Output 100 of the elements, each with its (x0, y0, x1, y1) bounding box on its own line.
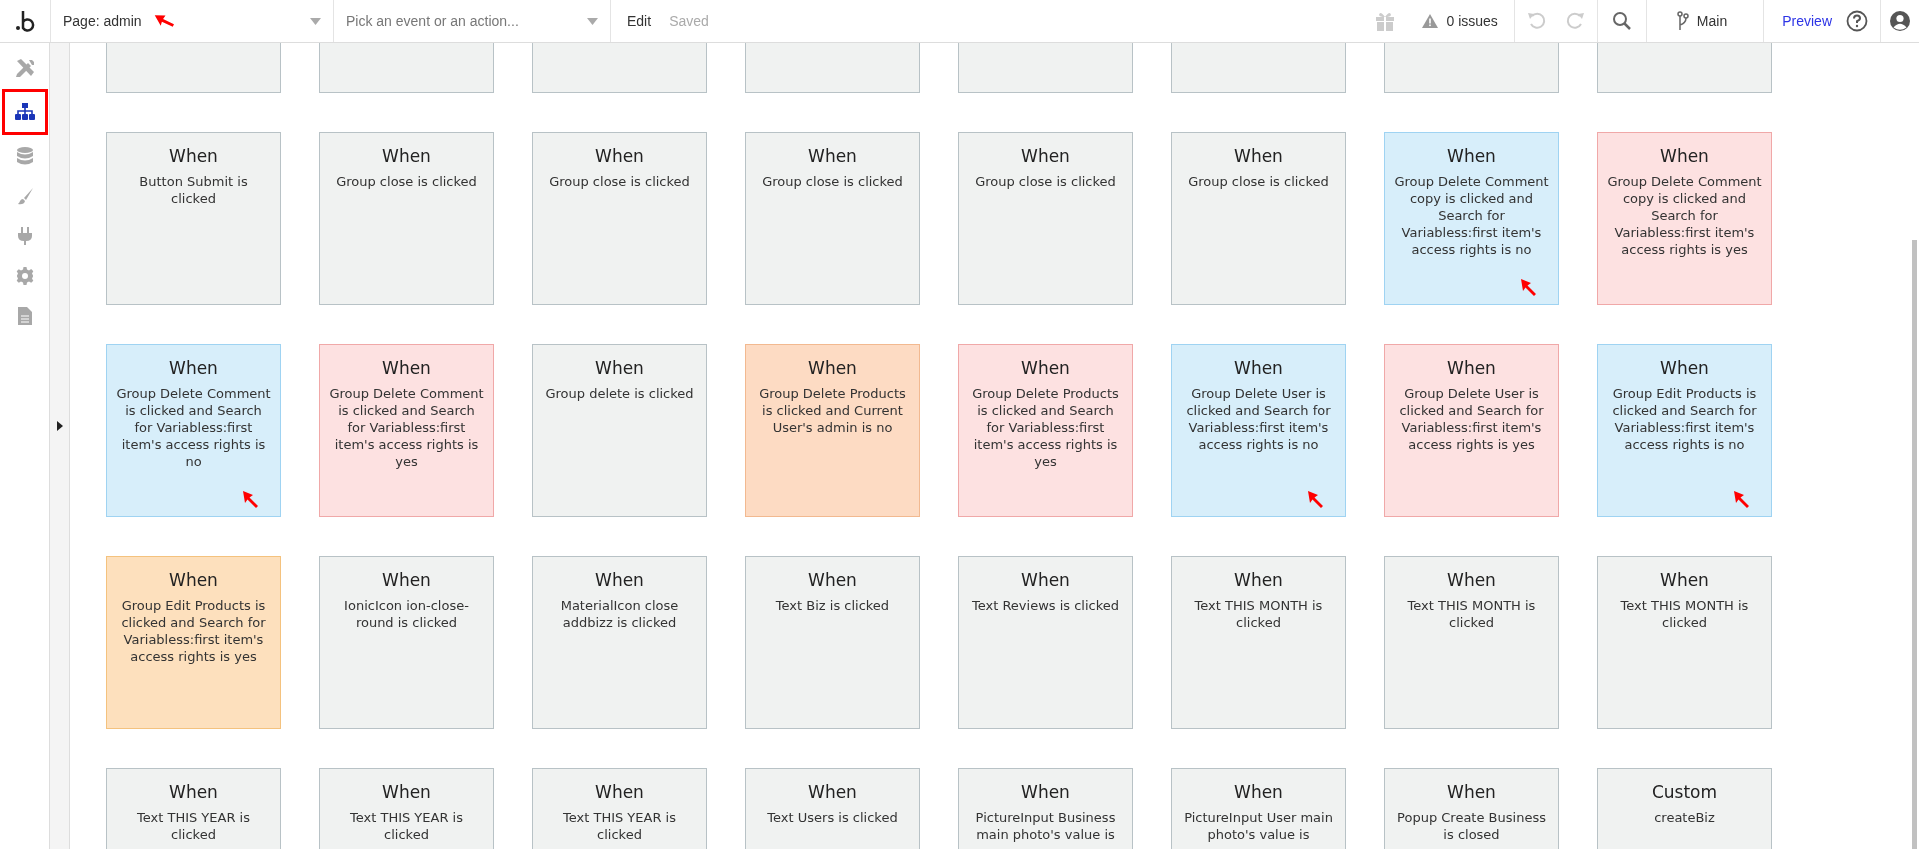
event-card[interactable]: When Group Delete User is clicked and Search for Variabless:first item's access rights is no (1171, 344, 1346, 517)
event-card[interactable]: When PictureInput User main photo's value is (1171, 768, 1346, 849)
event-card[interactable]: When Text THIS MONTH is clicked (1171, 556, 1346, 729)
event-card[interactable]: When Button Submit is clicked (106, 132, 281, 305)
card-title: When (1233, 357, 1284, 380)
event-card[interactable]: When Group delete is clicked (532, 344, 707, 517)
event-card[interactable]: When Group close is clicked (532, 132, 707, 305)
redo-icon[interactable] (1564, 11, 1585, 31)
event-card[interactable]: When Text THIS YEAR is clicked (532, 768, 707, 849)
event-card[interactable]: When Text Reviews is clicked (958, 556, 1133, 729)
event-card[interactable]: When Group close is clicked (319, 132, 494, 305)
page-dropdown[interactable]: Page: admin (51, 0, 334, 42)
event-card[interactable]: When Group close is clicked (958, 132, 1133, 305)
event-card[interactable] (1597, 43, 1772, 93)
card-condition: IonicIcon ion-close-round is clicked (343, 597, 470, 631)
event-card[interactable]: When Group Delete Products is clicked and Search for Variabless:first item's access rights is yes (958, 344, 1133, 517)
card-condition: Text THIS YEAR is clicked (562, 809, 677, 843)
card-condition: Group close is clicked (1187, 173, 1330, 190)
event-card[interactable]: When IonicIcon ion-close-round is clicked (319, 556, 494, 729)
caret-icon (310, 17, 321, 25)
event-card[interactable]: When Text THIS YEAR is clicked (319, 768, 494, 849)
card-title: When (168, 357, 219, 380)
preview-link[interactable]: Preview (1782, 13, 1832, 29)
card-condition: createBiz (1653, 809, 1716, 826)
branch-button[interactable]: Main (1696, 13, 1728, 29)
event-card[interactable]: When Group close is clicked (745, 132, 920, 305)
card-title: When (1233, 781, 1284, 804)
card-condition: Group close is clicked (974, 173, 1117, 190)
search-icon[interactable] (1611, 11, 1632, 31)
card-title: When (381, 145, 432, 168)
event-card[interactable]: When Popup Create Business is closed (1384, 768, 1559, 849)
edit-button[interactable]: Edit (627, 13, 652, 29)
card-condition: Group Delete Products is clicked and Current User's admin is no (758, 385, 907, 436)
card-title: When (1020, 569, 1071, 592)
card-title: When (1020, 145, 1071, 168)
card-title: When (1020, 357, 1071, 380)
card-condition: Text THIS YEAR is clicked (136, 809, 251, 843)
card-condition: MaterialIcon close addbizz is clicked (559, 597, 680, 631)
event-card[interactable]: When PictureInput Business main photo's value is (958, 768, 1133, 849)
event-card[interactable]: When Text THIS YEAR is clicked (106, 768, 281, 849)
event-card[interactable]: When Group Edit Products is clicked and Search for Variabless:first item's access rights is no (1597, 344, 1772, 517)
event-card[interactable]: When Group Delete Comment is clicked and Search for Variabless:first item's access rights is yes (319, 344, 494, 517)
expand-caret-icon[interactable] (56, 421, 63, 431)
event-card[interactable]: Custom createBiz (1597, 768, 1772, 849)
card-title: When (1659, 145, 1710, 168)
event-card[interactable] (106, 43, 281, 93)
card-condition: Group Edit Products is clicked and Search for Variabless:first item's access rights is no (1611, 385, 1758, 453)
sitemap-icon[interactable] (1, 89, 48, 135)
event-card[interactable]: When Group Delete Comment copy is clicked and Search for Variabless:first item's access rights is yes (1597, 132, 1772, 305)
event-card[interactable] (532, 43, 707, 93)
event-card[interactable]: When Text THIS MONTH is clicked (1384, 556, 1559, 729)
event-card[interactable] (1384, 43, 1559, 93)
branch-icon (1676, 11, 1689, 31)
card-title: When (381, 357, 432, 380)
scrollbar[interactable] (1912, 240, 1917, 849)
card-title: When (1233, 569, 1284, 592)
event-dropdown[interactable]: Pick an event or an action... (334, 0, 611, 42)
event-card[interactable] (958, 43, 1133, 93)
card-title: When (807, 357, 858, 380)
event-card[interactable]: When Text Biz is clicked (745, 556, 920, 729)
help-icon[interactable] (1846, 10, 1868, 32)
card-condition: Group Delete Comment is clicked and Search for Variabless:first item's access rights is no (115, 385, 272, 470)
card-title: When (807, 145, 858, 168)
card-title: When (807, 781, 858, 804)
event-card[interactable]: When Group Delete Products is clicked and Current User's admin is no (745, 344, 920, 517)
event-card[interactable] (1171, 43, 1346, 93)
card-condition: Group Delete Comment copy is clicked and Search for Variabless:first item's access rights is yes (1606, 173, 1763, 258)
card-title: When (1233, 145, 1284, 168)
card-condition: Group close is clicked (761, 173, 904, 190)
card-condition: Group Delete User is clicked and Search for Variabless:first item's access rights is no (1185, 385, 1332, 453)
card-title: When (807, 569, 858, 592)
event-card[interactable]: When Group Delete Comment is clicked and Search for Variabless:first item's access rights is no (106, 344, 281, 517)
card-condition: Group close is clicked (335, 173, 478, 190)
card-condition: Text THIS MONTH is clicked (1406, 597, 1537, 631)
undo-icon[interactable] (1526, 11, 1547, 31)
card-condition: Group delete is clicked (544, 385, 695, 402)
card-condition: PictureInput Business main photo's value is (974, 809, 1117, 843)
card-condition: Group Delete User is clicked and Search for Variabless:first item's access rights is yes (1398, 385, 1545, 453)
caret-icon (587, 17, 598, 25)
gift-icon[interactable] (1374, 10, 1397, 32)
card-title: When (168, 569, 219, 592)
card-title: When (1446, 569, 1497, 592)
event-card[interactable]: When Group Edit Products is clicked and Search for Variabless:first item's access rights is yes (106, 556, 281, 729)
event-card[interactable]: When MaterialIcon close addbizz is clicked (532, 556, 707, 729)
event-card[interactable]: When Group close is clicked (1171, 132, 1346, 305)
event-card[interactable] (319, 43, 494, 93)
event-card[interactable]: When Group Delete Comment copy is clicked and Search for Variabless:first item's access rights is no (1384, 132, 1559, 305)
card-title: When (1659, 569, 1710, 592)
card-title: Custom (1650, 781, 1719, 804)
user-avatar-icon[interactable] (1889, 10, 1911, 32)
card-condition: Group close is clicked (548, 173, 691, 190)
event-card[interactable]: When Text THIS MONTH is clicked (1597, 556, 1772, 729)
issues-count[interactable]: 0 issues (1446, 13, 1498, 29)
event-card[interactable] (745, 43, 920, 93)
card-condition: Text Reviews is clicked (970, 597, 1121, 614)
logo-icon[interactable] (15, 10, 35, 32)
card-title: When (1446, 781, 1497, 804)
card-condition: Text THIS MONTH is clicked (1619, 597, 1750, 631)
event-card[interactable]: When Text Users is clicked (745, 768, 920, 849)
event-card[interactable]: When Group Delete User is clicked and Search for Variabless:first item's access rights is yes (1384, 344, 1559, 517)
